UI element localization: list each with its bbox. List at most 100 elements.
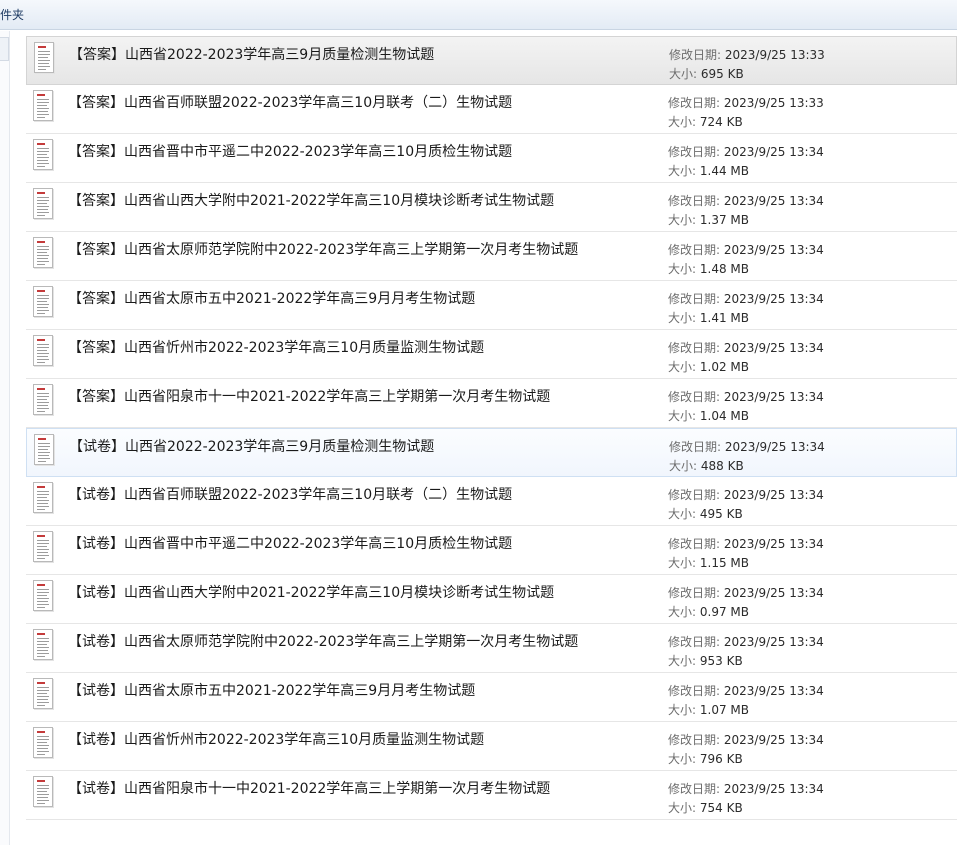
size-label: 大小:: [668, 164, 697, 178]
document-icon: [33, 629, 53, 660]
file-name: 【答案】山西省太原市五中2021-2022学年高三9月月考生物试题: [68, 291, 476, 307]
date-value: 2023/9/25 13:34: [723, 684, 824, 698]
file-row[interactable]: 【试卷】山西省太原市五中2021-2022学年高三9月月考生物试题 修改日期: …: [26, 673, 957, 722]
date-value: 2023/9/25 13:34: [723, 782, 824, 796]
document-icon: [33, 776, 53, 807]
size-label: 大小:: [668, 605, 697, 619]
file-row[interactable]: 【试卷】山西省太原师范学院附中2022-2023学年高三上学期第一次月考生物试题…: [26, 624, 957, 673]
size-value: 724 KB: [699, 115, 743, 129]
document-icon: [33, 580, 53, 611]
date-value: 2023/9/25 13:34: [723, 390, 824, 404]
file-name: 【试卷】山西省2022-2023学年高三9月质量检测生物试题: [69, 439, 435, 455]
date-label: 修改日期:: [668, 782, 721, 796]
file-modified: 修改日期: 2023/9/25 13:34: [668, 535, 824, 552]
file-modified: 修改日期: 2023/9/25 13:34: [668, 731, 824, 748]
file-row[interactable]: 【答案】山西省太原师范学院附中2022-2023学年高三上学期第一次月考生物试题…: [26, 232, 957, 281]
date-label: 修改日期:: [668, 341, 721, 355]
file-name: 【试卷】山西省晋中市平遥二中2022-2023学年高三10月质检生物试题: [68, 536, 513, 552]
file-size: 大小: 1.44 MB: [668, 162, 749, 179]
size-label: 大小:: [668, 213, 697, 227]
size-value: 1.48 MB: [699, 262, 749, 276]
file-row[interactable]: 【答案】山西省百师联盟2022-2023学年高三10月联考（二）生物试题 修改日…: [26, 85, 957, 134]
size-value: 754 KB: [699, 801, 743, 815]
date-value: 2023/9/25 13:34: [724, 440, 825, 454]
date-label: 修改日期:: [668, 684, 721, 698]
file-size: 大小: 488 KB: [669, 457, 744, 474]
document-icon: [33, 139, 53, 170]
document-icon: [33, 678, 53, 709]
document-icon: [34, 42, 54, 73]
size-label: 大小:: [669, 459, 698, 473]
size-value: 796 KB: [699, 752, 743, 766]
file-name: 【答案】山西省百师联盟2022-2023学年高三10月联考（二）生物试题: [68, 95, 513, 111]
file-row[interactable]: 【答案】山西省阳泉市十一中2021-2022学年高三上学期第一次月考生物试题 修…: [26, 379, 957, 428]
file-name: 【试卷】山西省忻州市2022-2023学年高三10月质量监测生物试题: [68, 732, 485, 748]
size-value: 1.37 MB: [699, 213, 749, 227]
file-row[interactable]: 【试卷】山西省忻州市2022-2023学年高三10月质量监测生物试题 修改日期:…: [26, 722, 957, 771]
file-modified: 修改日期: 2023/9/25 13:34: [668, 143, 824, 160]
file-row[interactable]: 【答案】山西省山西大学附中2021-2022学年高三10月模块诊断考试生物试题 …: [26, 183, 957, 232]
toolbar-folder-label[interactable]: 件夹: [0, 6, 24, 23]
file-size: 大小: 796 KB: [668, 750, 743, 767]
file-size: 大小: 1.41 MB: [668, 309, 749, 326]
size-label: 大小:: [668, 556, 697, 570]
size-label: 大小:: [668, 115, 697, 129]
navigation-pane-edge[interactable]: [0, 37, 9, 61]
date-value: 2023/9/25 13:33: [723, 96, 824, 110]
document-icon: [33, 188, 53, 219]
file-row[interactable]: 【试卷】山西省百师联盟2022-2023学年高三10月联考（二）生物试题 修改日…: [26, 477, 957, 526]
file-modified: 修改日期: 2023/9/25 13:33: [669, 46, 825, 63]
document-icon: [33, 531, 53, 562]
size-value: 1.02 MB: [699, 360, 749, 374]
date-value: 2023/9/25 13:34: [723, 341, 824, 355]
file-modified: 修改日期: 2023/9/25 13:34: [668, 584, 824, 601]
size-label: 大小:: [668, 360, 697, 374]
size-value: 953 KB: [699, 654, 743, 668]
date-label: 修改日期:: [668, 145, 721, 159]
file-row[interactable]: 【试卷】山西省2022-2023学年高三9月质量检测生物试题 修改日期: 202…: [26, 428, 957, 477]
file-size: 大小: 1.04 MB: [668, 407, 749, 424]
file-row[interactable]: 【试卷】山西省阳泉市十一中2021-2022学年高三上学期第一次月考生物试题 修…: [26, 771, 957, 820]
file-name: 【答案】山西省忻州市2022-2023学年高三10月质量监测生物试题: [68, 340, 485, 356]
file-modified: 修改日期: 2023/9/25 13:33: [668, 94, 824, 111]
size-value: 1.07 MB: [699, 703, 749, 717]
file-size: 大小: 1.15 MB: [668, 554, 749, 571]
file-modified: 修改日期: 2023/9/25 13:34: [668, 388, 824, 405]
size-value: 0.97 MB: [699, 605, 749, 619]
document-icon: [33, 335, 53, 366]
date-label: 修改日期:: [668, 390, 721, 404]
file-modified: 修改日期: 2023/9/25 13:34: [668, 290, 824, 307]
file-modified: 修改日期: 2023/9/25 13:34: [668, 486, 824, 503]
size-label: 大小:: [669, 67, 698, 81]
file-row[interactable]: 【试卷】山西省晋中市平遥二中2022-2023学年高三10月质检生物试题 修改日…: [26, 526, 957, 575]
size-value: 695 KB: [700, 67, 744, 81]
file-row[interactable]: 【答案】山西省2022-2023学年高三9月质量检测生物试题 修改日期: 202…: [26, 36, 957, 85]
date-label: 修改日期:: [668, 733, 721, 747]
file-size: 大小: 495 KB: [668, 505, 743, 522]
file-size: 大小: 953 KB: [668, 652, 743, 669]
size-label: 大小:: [668, 311, 697, 325]
size-value: 1.44 MB: [699, 164, 749, 178]
file-size: 大小: 1.37 MB: [668, 211, 749, 228]
file-row[interactable]: 【试卷】山西省山西大学附中2021-2022学年高三10月模块诊断考试生物试题 …: [26, 575, 957, 624]
file-row[interactable]: 【答案】山西省忻州市2022-2023学年高三10月质量监测生物试题 修改日期:…: [26, 330, 957, 379]
file-size: 大小: 1.07 MB: [668, 701, 749, 718]
file-size: 大小: 1.02 MB: [668, 358, 749, 375]
file-row[interactable]: 【答案】山西省太原市五中2021-2022学年高三9月月考生物试题 修改日期: …: [26, 281, 957, 330]
date-label: 修改日期:: [668, 537, 721, 551]
file-name: 【答案】山西省太原师范学院附中2022-2023学年高三上学期第一次月考生物试题: [68, 242, 579, 258]
file-row[interactable]: 【答案】山西省晋中市平遥二中2022-2023学年高三10月质检生物试题 修改日…: [26, 134, 957, 183]
file-size: 大小: 754 KB: [668, 799, 743, 816]
file-size: 大小: 1.48 MB: [668, 260, 749, 277]
file-modified: 修改日期: 2023/9/25 13:34: [668, 633, 824, 650]
size-label: 大小:: [668, 654, 697, 668]
file-modified: 修改日期: 2023/9/25 13:34: [668, 682, 824, 699]
size-label: 大小:: [668, 507, 697, 521]
date-value: 2023/9/25 13:34: [723, 586, 824, 600]
date-value: 2023/9/25 13:34: [723, 488, 824, 502]
date-value: 2023/9/25 13:34: [723, 635, 824, 649]
size-label: 大小:: [668, 801, 697, 815]
date-value: 2023/9/25 13:34: [723, 733, 824, 747]
date-value: 2023/9/25 13:34: [723, 194, 824, 208]
size-label: 大小:: [668, 409, 697, 423]
